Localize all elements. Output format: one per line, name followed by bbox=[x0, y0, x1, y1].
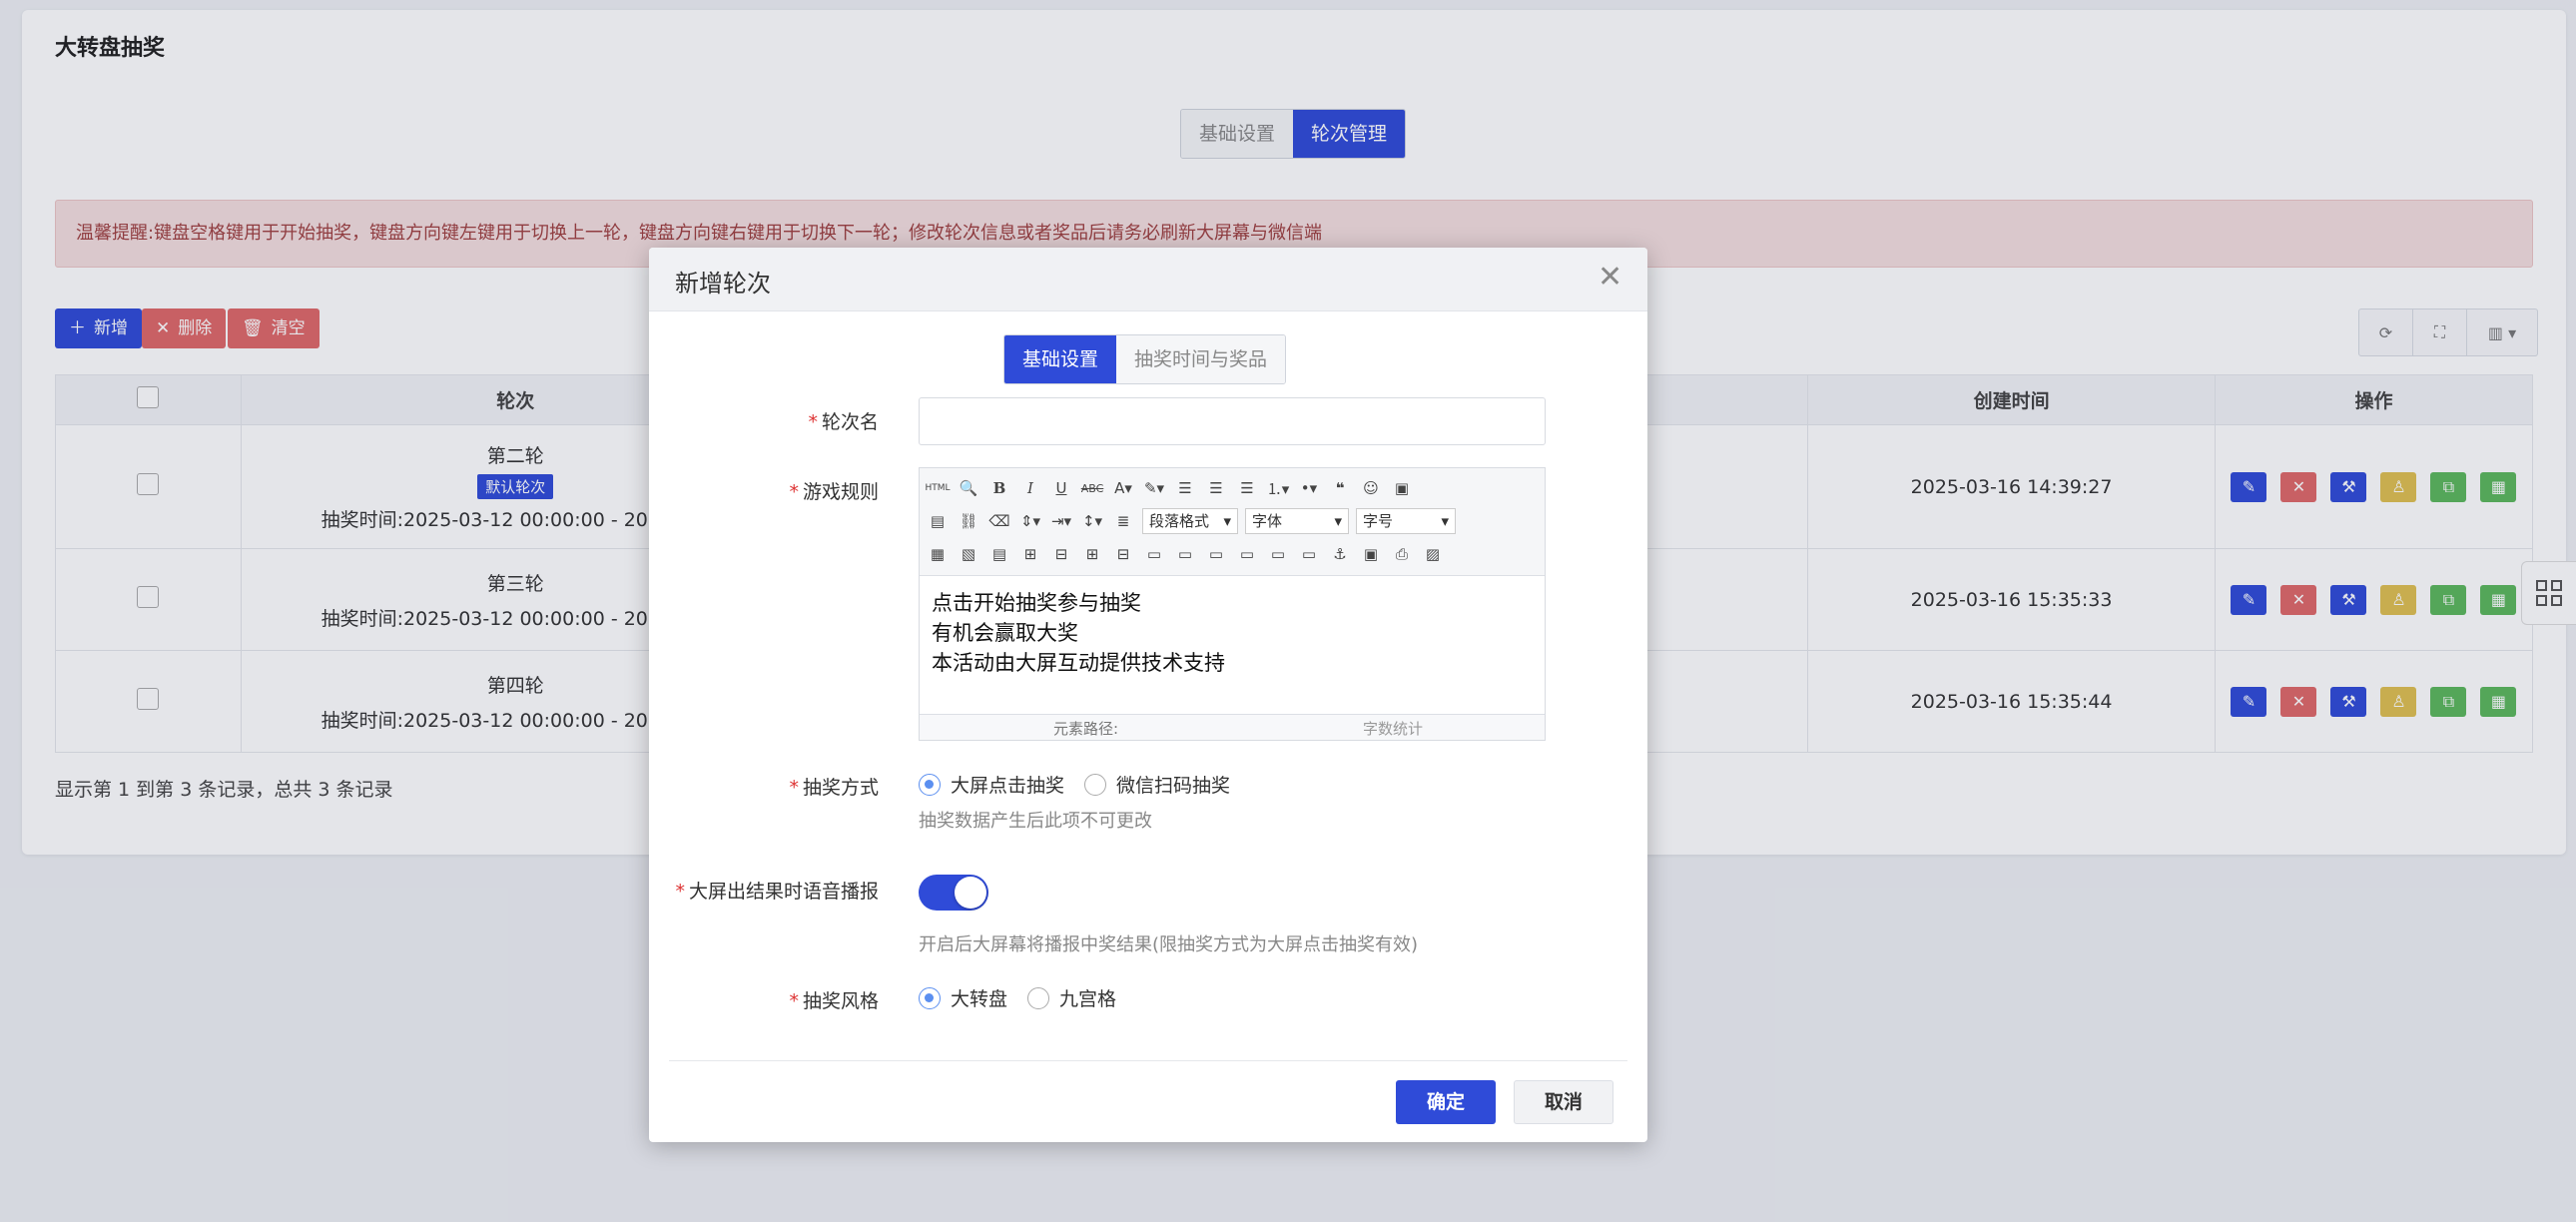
font-size-select[interactable]: 字号 ▾ bbox=[1356, 508, 1456, 534]
paragraph-spacing-icon[interactable]: ⇕▾ bbox=[1018, 509, 1042, 533]
eraser-icon[interactable]: ⌫ bbox=[987, 509, 1011, 533]
editor-statusbar: 元素路径: 字数统计 bbox=[920, 714, 1545, 740]
modal-header bbox=[649, 248, 1647, 311]
draw-mode-hint: 抽奖数据产生后此项不可更改 bbox=[919, 811, 1152, 832]
tab-basic-settings[interactable]: 基础设置 bbox=[1004, 335, 1117, 383]
link-icon[interactable]: ⛓ bbox=[957, 509, 980, 533]
table-title-icon[interactable]: ▤ bbox=[987, 542, 1011, 566]
merge-down-icon[interactable]: ▭ bbox=[1204, 542, 1228, 566]
split-cells-icon[interactable]: ▭ bbox=[1235, 542, 1259, 566]
table-icon[interactable]: ▦ bbox=[926, 542, 950, 566]
radio-wheel[interactable]: 大转盘 bbox=[919, 984, 1007, 1011]
draw-mode-group: 大屏点击抽奖 微信扫码抽奖 bbox=[919, 771, 1230, 798]
merge-right-icon[interactable]: ▭ bbox=[1173, 542, 1197, 566]
unordered-list-icon[interactable]: •▾ bbox=[1297, 476, 1321, 500]
close-icon[interactable]: ✕ bbox=[1598, 260, 1622, 295]
paste-icon[interactable]: ▨ bbox=[1421, 542, 1445, 566]
preview-icon[interactable]: 🔍 bbox=[957, 476, 980, 500]
delete-col-icon[interactable]: ⊟ bbox=[1111, 542, 1135, 566]
underline-icon[interactable]: U bbox=[1049, 476, 1073, 500]
radio-wechat-scan[interactable]: 微信扫码抽奖 bbox=[1084, 771, 1230, 798]
split-cols-icon[interactable]: ▭ bbox=[1297, 542, 1321, 566]
modal-divider bbox=[669, 1060, 1627, 1061]
image-icon[interactable]: ▣ bbox=[1390, 476, 1414, 500]
round-name-label: * 轮次名 bbox=[808, 411, 879, 433]
align-right-icon[interactable]: ☰ bbox=[1235, 476, 1259, 500]
rules-label: * 游戏规则 bbox=[789, 481, 879, 503]
element-path-label: 元素路径: bbox=[1053, 720, 1119, 738]
font-family-select[interactable]: 字体 ▾ bbox=[1245, 508, 1349, 534]
insert-col-icon[interactable]: ⊞ bbox=[1080, 542, 1104, 566]
print-icon[interactable]: ⎙ bbox=[1390, 542, 1414, 566]
bold-icon[interactable]: B bbox=[987, 476, 1011, 500]
add-round-modal: 新增轮次 ✕ 基础设置 抽奖时间与奖品 * 轮次名 * 游戏规则 HTML 🔍 B … bbox=[649, 248, 1647, 1142]
merge-cells-icon[interactable]: ▭ bbox=[1142, 542, 1166, 566]
draw-style-group: 大转盘 九宫格 bbox=[919, 984, 1116, 1011]
voice-broadcast-hint: 开启后大屏幕将播报中奖结果(限抽奖方式为大屏点击抽奖有效) bbox=[919, 934, 1419, 955]
emoji-icon[interactable]: ☺ bbox=[1359, 476, 1383, 500]
format-icon[interactable]: ≣ bbox=[1111, 509, 1135, 533]
rich-text-editor: HTML 🔍 B I U ABC A▾ ✎▾ ☰ ☰ ☰ ⒈▾ •▾ ❝ ☺ ▣… bbox=[919, 467, 1546, 741]
align-left-icon[interactable]: ☰ bbox=[1173, 476, 1197, 500]
word-count-label: 字数统计 bbox=[1363, 720, 1424, 738]
insert-row-icon[interactable]: ⊞ bbox=[1018, 542, 1042, 566]
line-height-icon[interactable]: ↕▾ bbox=[1080, 509, 1104, 533]
indent-icon[interactable]: ⇥▾ bbox=[1049, 509, 1073, 533]
split-rows-icon[interactable]: ▭ bbox=[1266, 542, 1290, 566]
align-center-icon[interactable]: ☰ bbox=[1204, 476, 1228, 500]
italic-icon[interactable]: I bbox=[1018, 476, 1042, 500]
highlight-color-icon[interactable]: ✎▾ bbox=[1142, 476, 1166, 500]
font-color-icon[interactable]: A▾ bbox=[1111, 476, 1135, 500]
round-name-input[interactable] bbox=[919, 397, 1546, 445]
radio-screen-click[interactable]: 大屏点击抽奖 bbox=[919, 771, 1064, 798]
editor-toolbar: HTML 🔍 B I U ABC A▾ ✎▾ ☰ ☰ ☰ ⒈▾ •▾ ❝ ☺ ▣… bbox=[920, 468, 1545, 576]
blockquote-icon[interactable]: ❝ bbox=[1328, 476, 1352, 500]
paragraph-format-select[interactable]: 段落格式 ▾ bbox=[1142, 508, 1238, 534]
voice-broadcast-toggle[interactable] bbox=[919, 875, 988, 911]
save-icon[interactable]: ▤ bbox=[926, 509, 950, 533]
table-delete-icon[interactable]: ▧ bbox=[957, 542, 980, 566]
editor-content[interactable]: 点击开始抽奖参与抽奖 有机会赢取大奖 本活动由大屏互动提供技术支持 bbox=[932, 588, 1225, 678]
modal-title: 新增轮次 bbox=[675, 270, 771, 298]
tab-time-and-prizes[interactable]: 抽奖时间与奖品 bbox=[1116, 335, 1286, 383]
radio-nine-grid[interactable]: 九宫格 bbox=[1027, 984, 1116, 1011]
anchor-icon[interactable]: ⚓ bbox=[1328, 542, 1352, 566]
voice-broadcast-label: * 大屏出结果时语音播报 bbox=[675, 881, 879, 903]
cancel-button[interactable]: 取消 bbox=[1514, 1080, 1613, 1124]
insert-image-icon[interactable]: ▣ bbox=[1359, 542, 1383, 566]
modal-tabs: 基础设置 抽奖时间与奖品 bbox=[1003, 334, 1287, 384]
draw-style-label: * 抽奖风格 bbox=[789, 990, 879, 1012]
draw-mode-label: * 抽奖方式 bbox=[789, 777, 879, 799]
confirm-button[interactable]: 确定 bbox=[1396, 1080, 1496, 1124]
ordered-list-icon[interactable]: ⒈▾ bbox=[1266, 476, 1290, 500]
delete-row-icon[interactable]: ⊟ bbox=[1049, 542, 1073, 566]
strikethrough-icon[interactable]: ABC bbox=[1080, 476, 1104, 500]
html-source-icon[interactable]: HTML bbox=[925, 476, 950, 500]
